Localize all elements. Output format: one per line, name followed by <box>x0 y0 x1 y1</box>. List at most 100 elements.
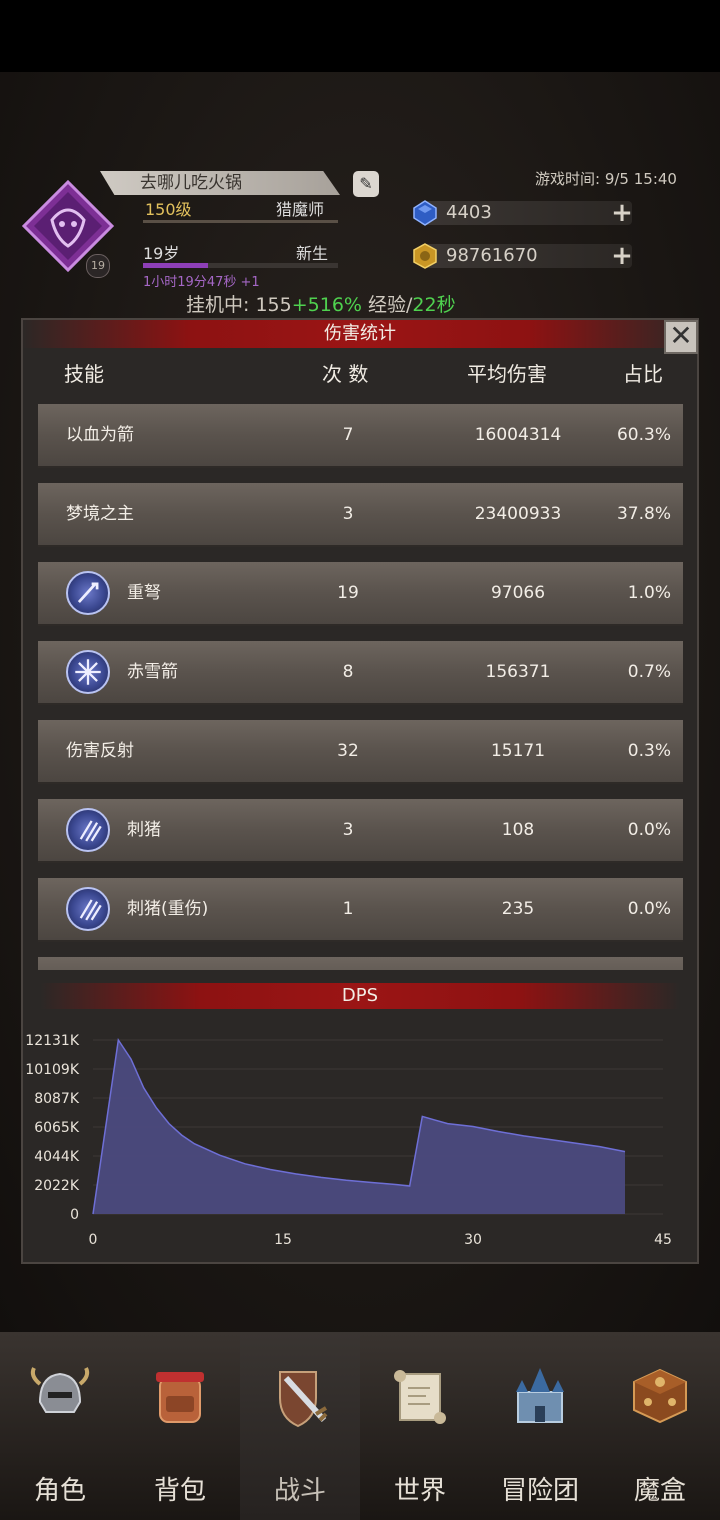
panel-title: 伤害统计 <box>21 320 699 348</box>
nav-tab-battle[interactable]: 战斗 <box>240 1332 360 1520</box>
x-tick-label: 0 <box>89 1232 98 1248</box>
skill-count: 19 <box>337 583 359 603</box>
snow-arrow-icon <box>66 650 110 694</box>
player-status: 新生 <box>296 244 329 263</box>
skill-list[interactable]: 以血为箭 7 16004314 60.3% 梦境之主 3 23400933 37… <box>38 404 683 970</box>
idle-prefix: 挂机中: 155 <box>186 294 292 316</box>
table-row: 以血为箭 7 16004314 60.3% <box>38 404 683 468</box>
helmet-icon <box>30 1367 90 1413</box>
age-timer: 1小时19分47秒 +1 <box>143 275 260 290</box>
sword-shield-icon <box>279 1371 328 1428</box>
player-name: 去哪儿吃火锅 <box>140 173 242 193</box>
skill-name: 刺猪 <box>127 820 161 840</box>
dps-title: DPS <box>40 983 680 1009</box>
skill-ratio: 37.8% <box>616 504 671 524</box>
skill-count: 8 <box>342 662 354 682</box>
magic-box-icon <box>633 1368 687 1424</box>
avatar-level-badge: 19 <box>86 254 110 278</box>
skill-ratio: 1.0% <box>627 583 671 603</box>
nav-tab-adventure-team[interactable]: 冒险团 <box>480 1332 600 1520</box>
y-tick-label: 2022K <box>34 1178 80 1194</box>
skill-count: 3 <box>342 504 354 524</box>
skill-ratio: 60.3% <box>616 425 671 445</box>
table-row: 梦境之主 3 23400933 37.8% <box>38 483 683 547</box>
skill-count: 7 <box>342 425 354 445</box>
nav-tab-character[interactable]: 角色 <box>0 1332 120 1520</box>
col-count: 次 数 <box>322 362 369 386</box>
nav-label: 背包 <box>153 1476 206 1506</box>
skill-ratio: 0.7% <box>627 662 671 682</box>
player-level: 150级 <box>145 200 192 219</box>
y-tick-label: 4044K <box>34 1149 80 1165</box>
nav-label: 世界 <box>393 1476 446 1506</box>
skill-count: 32 <box>337 741 359 761</box>
coin-count: 98761670 <box>446 245 538 266</box>
nav-tab-magic-box[interactable]: 魔盒 <box>600 1332 720 1520</box>
add-gem-plus-icon[interactable]: + <box>611 200 633 226</box>
skill-avg: 97066 <box>490 583 546 603</box>
y-tick-label: 6065K <box>34 1120 80 1136</box>
gem-icon <box>413 200 437 226</box>
skill-avg: 108 <box>501 820 535 840</box>
castle-icon <box>516 1368 564 1423</box>
divider <box>143 220 338 223</box>
crossbow-icon <box>66 571 110 615</box>
game-time: 游戏时间: 9/5 15:40 <box>535 170 677 188</box>
gem-count: 4403 <box>446 202 492 223</box>
nav-label: 冒险团 <box>500 1476 579 1506</box>
skill-name: 赤雪箭 <box>127 662 178 682</box>
player-job: 猎魔师 <box>276 200 325 219</box>
table-row: 刺猪 3 108 0.0% <box>38 799 683 863</box>
table-row: 刺猪(重伤) 1 235 0.0% <box>38 878 683 942</box>
table-row: 赤雪箭 8 156371 0.7% <box>38 641 683 705</box>
y-tick-label: 8087K <box>34 1091 80 1107</box>
col-avg-damage: 平均伤害 <box>467 362 547 386</box>
nav-tab-world[interactable]: 世界 <box>360 1332 480 1520</box>
scroll-map-icon <box>394 1370 446 1424</box>
col-skill: 技能 <box>64 362 104 386</box>
age-progress-fill <box>143 263 208 268</box>
idle-time: 22秒 <box>412 294 456 316</box>
skill-avg: 15171 <box>490 741 546 761</box>
idle-bonus: +516% <box>291 294 362 316</box>
skill-name: 伤害反射 <box>66 741 134 761</box>
skill-ratio: 0.3% <box>627 741 671 761</box>
status-bar <box>0 0 720 72</box>
idle-exp: 经验/ <box>361 294 413 316</box>
claw-icon <box>66 808 110 852</box>
y-tick-label: 10109K <box>25 1062 80 1078</box>
skill-name: 重弩 <box>127 583 161 603</box>
nav-label: 角色 <box>33 1476 86 1506</box>
skill-avg: 156371 <box>485 662 551 682</box>
coin-icon <box>413 243 437 269</box>
table-row-partial <box>38 957 683 970</box>
add-coin-plus-icon[interactable]: + <box>611 243 633 269</box>
skill-name: 以血为箭 <box>66 425 134 445</box>
nav-label: 魔盒 <box>633 1476 686 1506</box>
y-tick-label: 0 <box>70 1207 79 1223</box>
x-tick-label: 45 <box>654 1232 672 1248</box>
idle-status: 挂机中: 155+516% 经验/22秒 <box>186 290 456 317</box>
edit-name-icon[interactable]: ✎ <box>353 171 379 197</box>
skill-count: 1 <box>342 899 354 919</box>
x-tick-label: 30 <box>464 1232 482 1248</box>
player-age: 19岁 <box>143 244 180 263</box>
nav-label: 战斗 <box>273 1476 326 1506</box>
close-button[interactable]: ✕ <box>664 320 698 354</box>
skill-name: 梦境之主 <box>66 504 134 524</box>
skill-avg: 235 <box>501 899 535 919</box>
dps-chart: 0 2022K 4044K 6065K 8087K 10109K 12131K 0 15 30 45 <box>25 1033 672 1248</box>
skill-ratio: 0.0% <box>627 820 671 840</box>
skill-name: 刺猪(重伤) <box>127 899 209 919</box>
skill-avg: 23400933 <box>474 504 562 524</box>
y-tick-label: 12131K <box>25 1033 80 1049</box>
backpack-icon <box>156 1372 204 1423</box>
table-row: 伤害反射 32 15171 0.3% <box>38 720 683 784</box>
skill-count: 3 <box>342 820 354 840</box>
skill-ratio: 0.0% <box>627 899 671 919</box>
claw-icon <box>66 887 110 931</box>
col-ratio: 占比 <box>623 362 663 386</box>
table-row: 重弩 19 97066 1.0% <box>38 562 683 626</box>
nav-tab-backpack[interactable]: 背包 <box>120 1332 240 1520</box>
x-tick-label: 15 <box>274 1232 292 1248</box>
